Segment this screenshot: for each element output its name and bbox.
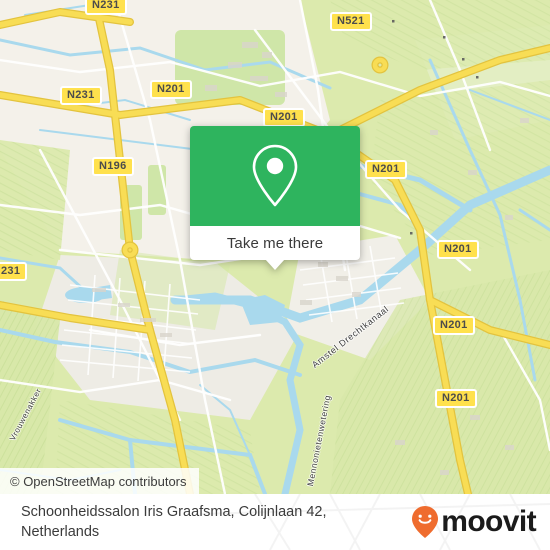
moovit-brand-logo[interactable]: moovit: [410, 505, 537, 538]
road-shield-n201-e[interactable]: N201: [365, 160, 407, 179]
road-shield-n231-w[interactable]: N231: [60, 86, 102, 105]
road-shield-n201-ne[interactable]: N201: [437, 240, 479, 259]
moovit-location-card: Amstel Drechtkanaal Mennonietenwetering …: [0, 0, 550, 550]
attribution-text: © OpenStreetMap contributors: [10, 473, 187, 489]
map-view[interactable]: Amstel Drechtkanaal Mennonietenwetering …: [0, 0, 550, 494]
road-shield-n201-n[interactable]: N201: [263, 108, 305, 127]
road-shield-n201-nw[interactable]: N201: [150, 80, 192, 99]
road-shield-n196[interactable]: N196: [92, 157, 134, 176]
destination-popup-card[interactable]: Take me there: [190, 126, 360, 270]
footer-bar: Schoonheidssalon Iris Graafsma, Colijnla…: [0, 494, 550, 550]
road-shield-n201-se[interactable]: N201: [433, 316, 475, 335]
road-shield-231-w[interactable]: 231: [0, 262, 28, 281]
take-me-there-label: Take me there: [226, 234, 324, 252]
moovit-smiley-pin-icon: [412, 506, 439, 538]
popup-pointer-tip: [265, 259, 285, 270]
popup-header: [190, 126, 360, 226]
map-attribution-bar: © OpenStreetMap contributors: [0, 468, 199, 494]
road-shield-n521[interactable]: N521: [330, 12, 372, 31]
popup-footer[interactable]: Take me there: [190, 226, 360, 270]
location-caption: Schoonheidssalon Iris Graafsma, Colijnla…: [21, 504, 327, 540]
moovit-wordmark: moovit: [441, 505, 536, 538]
road-shield-n201-s[interactable]: N201: [435, 389, 477, 408]
road-shield-n231-top[interactable]: N231: [85, 0, 127, 15]
map-pin-icon: [252, 144, 298, 207]
